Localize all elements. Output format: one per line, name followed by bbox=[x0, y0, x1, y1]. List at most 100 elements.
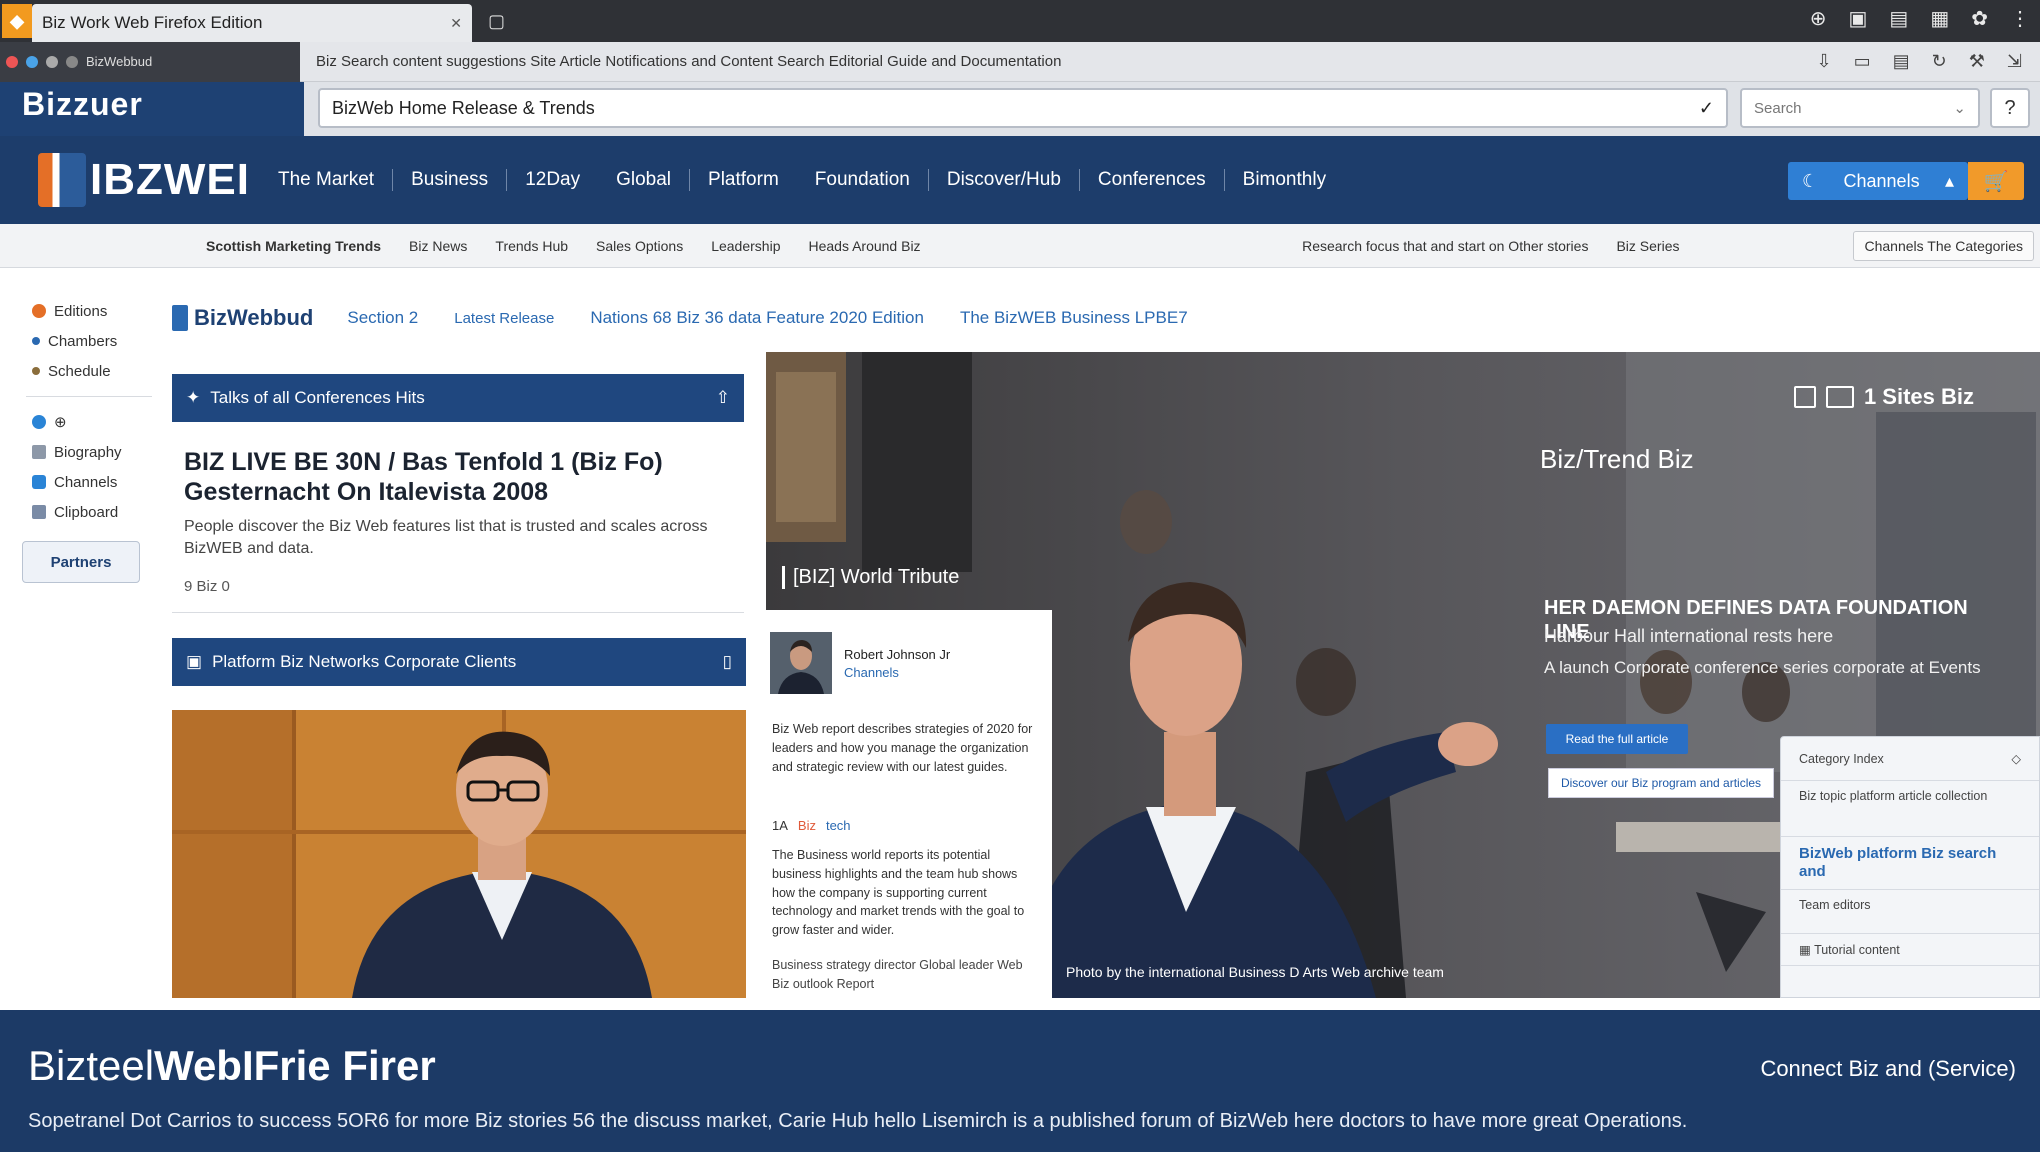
browser-tab[interactable]: Biz Work Web Firefox Edition ✕ bbox=[32, 4, 472, 42]
subnav-item[interactable]: Scottish Marketing Trends bbox=[0, 238, 395, 254]
nav-link[interactable]: Bimonthly bbox=[1225, 169, 1344, 191]
calendar-icon[interactable]: ▦ bbox=[1930, 6, 1949, 31]
channels-button[interactable]: ☾ Channels ▴ bbox=[1788, 162, 1968, 200]
settings-icon[interactable]: ✿ bbox=[1971, 6, 1988, 31]
nav-link[interactable]: Business bbox=[393, 169, 508, 191]
extension-icon[interactable]: ⊕ bbox=[1810, 6, 1827, 31]
logo-mark-icon bbox=[38, 153, 86, 207]
tab-close-icon[interactable]: ✕ bbox=[450, 15, 462, 32]
section-tab[interactable]: Section 2 bbox=[347, 308, 418, 328]
footer-title-bold: WebIFrie Firer bbox=[154, 1042, 436, 1089]
chat-icon bbox=[32, 475, 46, 489]
hero-kicker: [BIZ] World Tribute bbox=[782, 566, 959, 589]
nav-link[interactable]: The Market bbox=[260, 169, 394, 191]
rail-item[interactable]: Clipboard bbox=[22, 497, 152, 527]
read-more-button[interactable]: Read the full article bbox=[1546, 724, 1688, 754]
bookmark-dot-icon[interactable] bbox=[26, 55, 38, 68]
search-placeholder[interactable]: Search bbox=[1754, 100, 1953, 117]
bookmark-icon[interactable]: ▯ bbox=[723, 652, 732, 672]
subnav-box[interactable]: Channels The Categories bbox=[1853, 230, 2034, 261]
sidebar-icon[interactable]: ▤ bbox=[1889, 6, 1908, 31]
rail-item[interactable]: Chambers bbox=[22, 326, 152, 356]
resize-icon[interactable]: ⇲ bbox=[2007, 51, 2022, 72]
bookmark-dot-icon[interactable] bbox=[46, 55, 58, 68]
subnav-item[interactable]: Biz Series bbox=[1602, 238, 1693, 254]
sync-icon[interactable]: ↻ bbox=[1932, 51, 1947, 72]
subnav-item[interactable]: Leadership bbox=[697, 238, 794, 254]
card-header[interactable]: ✦ Talks of all Conferences Hits ⇧ bbox=[172, 374, 744, 422]
browser-menu-icon[interactable]: ◆ bbox=[2, 4, 32, 38]
rail-item[interactable]: Channels bbox=[22, 467, 152, 497]
section-tab[interactable]: Nations 68 Biz 36 data Feature 2020 Edit… bbox=[590, 308, 924, 328]
tag[interactable]: tech bbox=[826, 818, 851, 833]
cart-button[interactable]: 🛒 bbox=[1968, 162, 2024, 200]
partners-button[interactable]: Partners bbox=[22, 541, 140, 583]
bookmark-toolbar: BizWebbud Biz Search content suggestions… bbox=[0, 41, 2040, 82]
nav-link[interactable]: Global bbox=[598, 169, 691, 191]
tab-title: Biz Work Web Firefox Edition bbox=[42, 13, 263, 32]
window-icon[interactable]: ▭ bbox=[1854, 51, 1871, 72]
nav-link[interactable]: Conferences bbox=[1080, 169, 1225, 191]
tag[interactable]: Biz bbox=[798, 818, 816, 833]
nav-link[interactable]: Foundation bbox=[797, 169, 929, 191]
new-tab-icon[interactable]: ▢ bbox=[488, 11, 505, 32]
save-icon[interactable]: ▤ bbox=[1893, 51, 1910, 72]
side-panel: Category Index ◇ Biz topic platform arti… bbox=[1780, 736, 2040, 998]
sub-nav: Scottish Marketing Trends Biz News Trend… bbox=[0, 224, 2040, 268]
side-panel-row[interactable]: BizWeb platform Biz search and bbox=[1781, 837, 2039, 890]
app-brand: Bizzuer bbox=[0, 82, 304, 136]
section-brand[interactable]: BizWebbud bbox=[172, 305, 313, 331]
nav-link[interactable]: Discover/Hub bbox=[929, 169, 1080, 191]
menu-icon[interactable]: ⋮ bbox=[2010, 6, 2030, 31]
reader-icon[interactable]: ▣ bbox=[1849, 6, 1868, 31]
discover-button[interactable]: Discover our Biz program and articles bbox=[1548, 768, 1774, 798]
download-icon[interactable]: ⇩ bbox=[1817, 51, 1832, 72]
toolbar-icons: ⇩ ▭ ▤ ↻ ⚒ ⇲ bbox=[1817, 51, 2040, 72]
side-panel-row[interactable]: Biz topic platform article collection bbox=[1781, 781, 2039, 837]
search-input[interactable]: Search ⌄ bbox=[1740, 88, 1980, 128]
rail-item[interactable]: Editions bbox=[22, 296, 152, 326]
subnav-item[interactable]: Biz News bbox=[395, 238, 481, 254]
dot-icon bbox=[32, 337, 40, 345]
tools-icon[interactable]: ⚒ bbox=[1969, 51, 1985, 72]
channels-label: Channels bbox=[1843, 170, 1920, 191]
site-logo[interactable]: IBZWEI bbox=[38, 153, 250, 207]
rail-item[interactable]: ⊕ bbox=[22, 407, 152, 437]
section-tab[interactable]: The BizWEB Business LPBE7 bbox=[960, 308, 1188, 328]
subnav-item[interactable]: Research focus that and start on Other s… bbox=[1288, 238, 1602, 254]
author-header[interactable]: Robert Johnson Jr Channels bbox=[770, 632, 950, 694]
chevron-down-icon[interactable]: ⌄ bbox=[1953, 99, 1966, 117]
side-panel-link[interactable]: BizWeb platform Biz search and bbox=[1799, 845, 1996, 880]
side-panel-header[interactable]: Category Index ◇ bbox=[1781, 737, 2039, 781]
rail-item[interactable]: Biography bbox=[22, 437, 152, 467]
bookmark-dot-icon[interactable] bbox=[66, 55, 78, 68]
tag[interactable]: 1A bbox=[772, 818, 788, 833]
subnav-item[interactable]: Heads Around Biz bbox=[794, 238, 934, 254]
side-panel-row[interactable]: Team editors bbox=[1781, 890, 2039, 934]
bookmark-dot-icon[interactable] bbox=[6, 55, 18, 68]
article-headline[interactable]: BIZ LIVE BE 30N / Bas Tenfold 1 (Biz Fo)… bbox=[184, 448, 734, 507]
footer-title-light: Bizteel bbox=[28, 1042, 155, 1089]
bookmark-label[interactable]: BizWebbud bbox=[86, 54, 152, 69]
badge-icon bbox=[1793, 386, 1816, 408]
diamond-icon[interactable]: ◇ bbox=[2011, 751, 2021, 766]
rail-item[interactable]: Schedule bbox=[22, 356, 152, 386]
address-bar[interactable]: BizWeb Home Release & Trends ✓ bbox=[318, 88, 1728, 128]
address-value[interactable]: BizWeb Home Release & Trends bbox=[332, 98, 1699, 119]
card-header[interactable]: ▣ Platform Biz Networks Corporate Client… bbox=[172, 638, 746, 686]
arrow-up-icon[interactable]: ⇧ bbox=[716, 388, 730, 408]
subnav-item[interactable]: Trends Hub bbox=[481, 238, 582, 254]
help-button[interactable]: ? bbox=[1990, 88, 2030, 128]
subnav-item[interactable]: Sales Options bbox=[582, 238, 697, 254]
article-summary: People discover the Biz Web features lis… bbox=[184, 518, 708, 557]
check-icon[interactable]: ✓ bbox=[1699, 98, 1714, 119]
portrait-photo[interactable] bbox=[172, 710, 746, 998]
side-panel-row[interactable]: ▦ Tutorial content bbox=[1781, 934, 2039, 966]
author-role[interactable]: Channels bbox=[844, 664, 950, 682]
section-tab[interactable]: Latest Release bbox=[454, 310, 554, 327]
footer-link[interactable]: Connect Biz and (Service) bbox=[1760, 1056, 2016, 1082]
nav-link[interactable]: Platform bbox=[690, 169, 797, 191]
globe-icon bbox=[32, 415, 46, 429]
nav-link[interactable]: 12Day bbox=[507, 169, 598, 191]
rail-label: Biography bbox=[54, 443, 122, 461]
